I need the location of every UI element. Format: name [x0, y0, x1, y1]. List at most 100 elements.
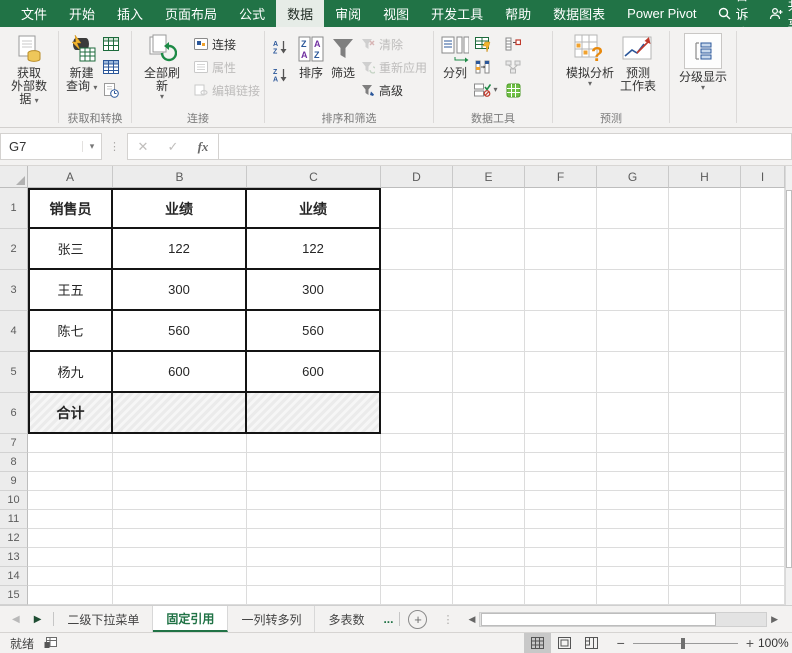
- cell-G14[interactable]: [597, 567, 669, 586]
- cell-I8[interactable]: [741, 453, 785, 472]
- cell-G1[interactable]: [597, 188, 669, 229]
- cell-D11[interactable]: [381, 510, 453, 529]
- cell-I4[interactable]: [741, 311, 785, 352]
- cell-E15[interactable]: [453, 586, 525, 605]
- filter-button[interactable]: 筛选: [327, 30, 359, 80]
- cell-H11[interactable]: [669, 510, 741, 529]
- name-box-dropdown-icon[interactable]: ▾: [82, 141, 101, 152]
- cell-F1[interactable]: [525, 188, 597, 229]
- cell-G7[interactable]: [597, 434, 669, 453]
- cell-H7[interactable]: [669, 434, 741, 453]
- cell-G15[interactable]: [597, 586, 669, 605]
- cell-C8[interactable]: [247, 453, 381, 472]
- cell-F12[interactable]: [525, 529, 597, 548]
- cell-F3[interactable]: [525, 270, 597, 311]
- cell-F7[interactable]: [525, 434, 597, 453]
- cell-B4[interactable]: 560: [113, 311, 247, 352]
- cell-E3[interactable]: [453, 270, 525, 311]
- cell-G9[interactable]: [597, 472, 669, 491]
- cell-A2[interactable]: 张三: [28, 229, 113, 270]
- menu-tab-3[interactable]: 插入: [106, 0, 154, 27]
- cell-C12[interactable]: [247, 529, 381, 548]
- cell-D3[interactable]: [381, 270, 453, 311]
- formula-input[interactable]: [219, 133, 792, 160]
- cell-B9[interactable]: [113, 472, 247, 491]
- row-header-1[interactable]: 1: [0, 188, 28, 229]
- cell-I7[interactable]: [741, 434, 785, 453]
- flash-fill-button[interactable]: [472, 34, 494, 54]
- cell-F9[interactable]: [525, 472, 597, 491]
- cell-G8[interactable]: [597, 453, 669, 472]
- cell-C3[interactable]: 300: [247, 270, 381, 311]
- row-header-14[interactable]: 14: [0, 567, 28, 586]
- next-sheet-button[interactable]: ▶: [34, 614, 42, 625]
- sheet-tab-4[interactable]: 多表数: [315, 606, 377, 632]
- row-header-13[interactable]: 13: [0, 548, 28, 567]
- outline-button[interactable]: 分级显示 ▾: [676, 30, 730, 92]
- cell-A15[interactable]: [28, 586, 113, 605]
- cell-C9[interactable]: [247, 472, 381, 491]
- cell-H9[interactable]: [669, 472, 741, 491]
- cell-E7[interactable]: [453, 434, 525, 453]
- cell-D1[interactable]: [381, 188, 453, 229]
- row-header-6[interactable]: 6: [0, 393, 28, 434]
- cell-D7[interactable]: [381, 434, 453, 453]
- cell-B3[interactable]: 300: [113, 270, 247, 311]
- cell-A7[interactable]: [28, 434, 113, 453]
- zoom-out-button[interactable]: −: [617, 636, 625, 650]
- row-header-11[interactable]: 11: [0, 510, 28, 529]
- cell-B13[interactable]: [113, 548, 247, 567]
- sheet-overflow-dots[interactable]: ...: [377, 606, 399, 632]
- cell-G12[interactable]: [597, 529, 669, 548]
- cell-B1[interactable]: 业绩: [113, 188, 247, 229]
- cell-I12[interactable]: [741, 529, 785, 548]
- sheet-tab-1[interactable]: 二级下拉菜单: [54, 606, 153, 632]
- zoom-percentage[interactable]: 100%: [758, 636, 792, 650]
- column-header-B[interactable]: B: [113, 166, 247, 188]
- cell-I3[interactable]: [741, 270, 785, 311]
- row-header-10[interactable]: 10: [0, 491, 28, 510]
- cell-H5[interactable]: [669, 352, 741, 393]
- cell-A1[interactable]: 销售员: [28, 188, 113, 229]
- cell-D6[interactable]: [381, 393, 453, 434]
- zoom-in-button[interactable]: +: [746, 636, 754, 650]
- macro-record-icon[interactable]: [44, 637, 57, 649]
- menu-tab-4[interactable]: 页面布局: [154, 0, 228, 27]
- cell-G13[interactable]: [597, 548, 669, 567]
- cell-E4[interactable]: [453, 311, 525, 352]
- menu-tab-10[interactable]: 帮助: [494, 0, 542, 27]
- column-header-A[interactable]: A: [28, 166, 113, 188]
- cell-A12[interactable]: [28, 529, 113, 548]
- cell-H2[interactable]: [669, 229, 741, 270]
- share-button[interactable]: 共享: [759, 0, 792, 27]
- recent-sources-button[interactable]: [100, 57, 122, 77]
- cell-F11[interactable]: [525, 510, 597, 529]
- cell-E6[interactable]: [453, 393, 525, 434]
- new-sheet-button[interactable]: +: [400, 606, 435, 632]
- cell-C5[interactable]: 600: [247, 352, 381, 393]
- cell-G10[interactable]: [597, 491, 669, 510]
- cell-H8[interactable]: [669, 453, 741, 472]
- sort-descending-button[interactable]: ZA: [269, 64, 291, 84]
- cell-E12[interactable]: [453, 529, 525, 548]
- cell-I1[interactable]: [741, 188, 785, 229]
- cell-B2[interactable]: 122: [113, 229, 247, 270]
- cell-A10[interactable]: [28, 491, 113, 510]
- sort-ascending-button[interactable]: AZ: [269, 36, 291, 56]
- forecast-sheet-button[interactable]: 预测 工作表: [617, 30, 659, 93]
- cell-H3[interactable]: [669, 270, 741, 311]
- cell-D14[interactable]: [381, 567, 453, 586]
- cell-C1[interactable]: 业绩: [247, 188, 381, 229]
- row-header-9[interactable]: 9: [0, 472, 28, 491]
- cell-D5[interactable]: [381, 352, 453, 393]
- cell-H6[interactable]: [669, 393, 741, 434]
- cell-B12[interactable]: [113, 529, 247, 548]
- name-box[interactable]: G7 ▾: [0, 133, 102, 160]
- cell-A8[interactable]: [28, 453, 113, 472]
- normal-view-button[interactable]: [524, 633, 551, 653]
- cell-I13[interactable]: [741, 548, 785, 567]
- cell-F6[interactable]: [525, 393, 597, 434]
- row-header-15[interactable]: 15: [0, 586, 28, 605]
- cell-F15[interactable]: [525, 586, 597, 605]
- select-all-corner[interactable]: [0, 166, 28, 188]
